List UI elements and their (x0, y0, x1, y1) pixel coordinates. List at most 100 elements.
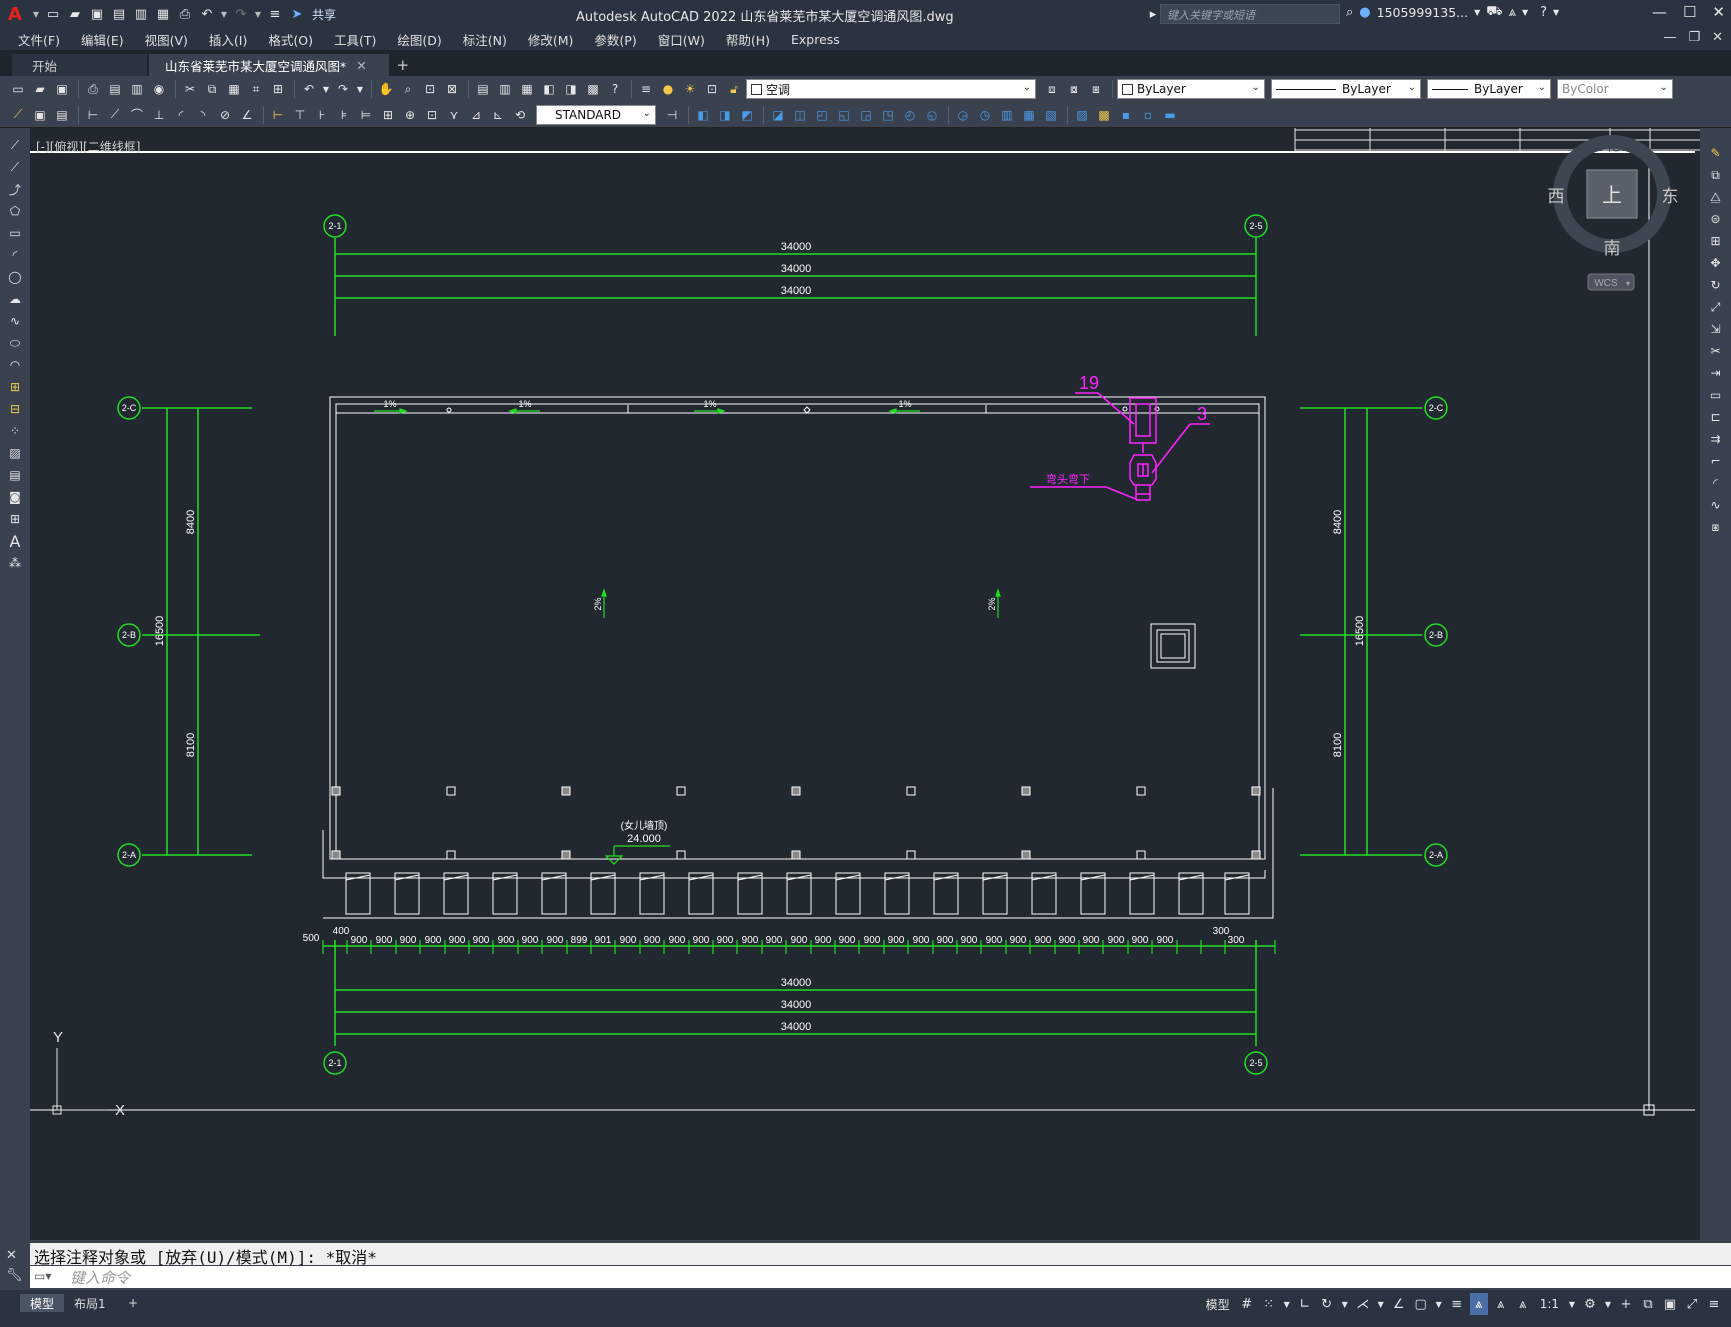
command-line-customize-icon[interactable]: 🔧︎ (6, 1268, 23, 1283)
dim-style-dropdown[interactable]: STANDARD ⌄ (536, 104, 656, 125)
menu-file[interactable]: 文件(F) (10, 30, 68, 49)
erase-icon[interactable]: ✎ (1703, 143, 1729, 163)
region-icon[interactable]: ◙ (2, 487, 28, 507)
tolerance-icon[interactable]: ⊞ (378, 105, 398, 125)
plot-preview-icon[interactable]: ▤ (105, 79, 125, 99)
publish-icon[interactable]: ▥ (127, 79, 147, 99)
plus-icon[interactable]: + (1617, 1293, 1635, 1315)
viewcube-south-label[interactable]: 南 (1604, 239, 1621, 258)
revision-cloud-icon[interactable]: ☁ (2, 289, 28, 309)
polyline-icon[interactable]: ⤴ (2, 179, 28, 199)
new-file-icon[interactable]: ▭ (43, 5, 63, 23)
open-web-icon[interactable]: ▥ (131, 5, 151, 23)
layer-on-icon[interactable]: ● (658, 79, 678, 99)
dim-update-icon[interactable]: ▤ (52, 105, 72, 125)
continue-dim-icon[interactable]: ⊦ (312, 105, 332, 125)
layer-lock-icon[interactable]: 🔓︎ (724, 79, 744, 99)
doc-restore-icon[interactable]: ❐ (1688, 30, 1700, 45)
3d-print-icon[interactable]: ◉ (149, 79, 169, 99)
table-icon[interactable]: ⊞ (2, 509, 28, 529)
layout-tab-model[interactable]: 模型 (20, 1294, 65, 1312)
tab-start[interactable]: 开始 (12, 54, 147, 76)
add-layout-icon[interactable]: + (118, 1294, 148, 1312)
line-icon[interactable]: ⟋ (2, 135, 28, 155)
spline-icon[interactable]: ∿ (2, 311, 28, 331)
drawing-canvas[interactable]: 上 北 南 西 东 WCS ▾ Y X 34000 34000 34000 34… (30, 128, 1700, 1240)
user-name[interactable]: 1505999135... (1377, 5, 1468, 20)
layer-match-icon[interactable]: ⧆ (1086, 79, 1106, 99)
gradient-icon[interactable]: ▤ (2, 465, 28, 485)
command-input[interactable]: 键入命令 (30, 1266, 1731, 1288)
cut-icon[interactable]: ✂ (180, 79, 200, 99)
jogged-linear-icon[interactable]: ⋎ (444, 105, 464, 125)
calculator-icon[interactable]: ▩ (583, 79, 603, 99)
annotation-scale-value[interactable]: 1:1 (1536, 1297, 1563, 1311)
menu-window[interactable]: 窗口(W) (650, 30, 713, 49)
menu-help[interactable]: 帮助(H) (718, 30, 778, 49)
viewcube-top-label[interactable]: 上 (1602, 184, 1622, 207)
hatch-icon[interactable]: ▨ (2, 443, 28, 463)
command-line-close-icon[interactable]: ✕ (6, 1248, 17, 1263)
make-current-layer-icon[interactable]: ⧈ (1042, 79, 1062, 99)
auto-scale-icon[interactable]: ⩓ (1492, 1293, 1510, 1315)
quick-dimension-icon[interactable]: ⊢ (268, 105, 288, 125)
help-icon[interactable]: ? (1540, 5, 1547, 20)
help-icon[interactable]: ? (605, 79, 625, 99)
pan-icon[interactable]: ✋ (376, 79, 396, 99)
dim-text-edit-icon[interactable]: ⊾ (488, 105, 508, 125)
maximize-icon[interactable]: ☐ (1683, 3, 1696, 21)
multiline-text-icon[interactable]: A (2, 531, 28, 551)
arc-icon[interactable]: ◜ (2, 245, 28, 265)
scale-icon[interactable]: ⤢ (1703, 297, 1729, 317)
isodraft-icon[interactable]: ⋌ (1354, 1293, 1372, 1315)
copy-icon[interactable]: ⧉ (202, 79, 222, 99)
xref-icon[interactable]: ▬ (1160, 105, 1180, 125)
baseline-dim-icon[interactable]: ⊤ (290, 105, 310, 125)
make-block-icon[interactable]: ⊟ (2, 399, 28, 419)
close-icon[interactable]: ✕ (1712, 3, 1725, 21)
help-caret-icon[interactable]: ▼ (1553, 8, 1559, 17)
plotstyle-dropdown[interactable]: ByColor ⌄ (1557, 79, 1673, 99)
autocad-logo-icon[interactable]: A (0, 0, 30, 28)
wcs-label[interactable]: WCS (1594, 278, 1618, 289)
search-expand-icon[interactable]: ▸ (1147, 5, 1159, 23)
properties-icon[interactable]: ▤ (473, 79, 493, 99)
menu-express[interactable]: Express (783, 32, 848, 47)
menu-modify[interactable]: 修改(M) (520, 30, 582, 49)
save-icon[interactable]: ▣ (52, 79, 72, 99)
linear-dim-icon[interactable]: ⊢ (83, 105, 103, 125)
layer-properties-icon[interactable]: ≡ (636, 79, 656, 99)
intersect-icon[interactable]: ◩ (737, 105, 757, 125)
hardware-acceleration-icon[interactable]: ▣ (1661, 1293, 1679, 1315)
explode-icon[interactable]: ⧆ (1703, 517, 1729, 537)
viewcube[interactable]: 上 北 南 西 东 WCS ▾ (1548, 135, 1679, 291)
model-space-toggle[interactable]: 模型 (1202, 1296, 1234, 1313)
ortho-icon[interactable]: ∟ (1296, 1293, 1314, 1315)
diameter-dim-icon[interactable]: ⊘ (215, 105, 235, 125)
move-faces-icon[interactable]: ◫ (790, 105, 810, 125)
menu-tools[interactable]: 工具(T) (326, 30, 384, 49)
quick-dim-icon[interactable]: ⟋ (8, 105, 28, 125)
array-icon[interactable]: ⊞ (1703, 231, 1729, 251)
layer-previous-icon[interactable]: ⧇ (1064, 79, 1084, 99)
search-input[interactable]: 键入关键字或短语 (1160, 4, 1340, 24)
undo-icon[interactable]: ↶ (197, 5, 217, 23)
app-caret-icon[interactable]: ▼ (1522, 8, 1528, 17)
circle-icon[interactable]: ◯ (2, 267, 28, 287)
sheet-set-icon[interactable]: ◧ (539, 79, 559, 99)
doc-minimize-icon[interactable]: — (1663, 30, 1676, 45)
annotation-scale-icon[interactable]: ⩓ (1514, 1293, 1532, 1315)
aligned-dim-icon[interactable]: ⟋ (105, 105, 125, 125)
break-at-point-icon[interactable]: ▭ (1703, 385, 1729, 405)
lineweight-icon[interactable]: ≡ (1448, 1293, 1466, 1315)
viewport-controls-label[interactable]: [-][俯视][二维线框] (36, 138, 140, 155)
rotate-faces-icon[interactable]: ◲ (856, 105, 876, 125)
check-icon[interactable]: ▧ (1041, 105, 1061, 125)
print-icon[interactable]: ⎙ (175, 5, 195, 23)
trim-icon[interactable]: ✂ (1703, 341, 1729, 361)
new-icon[interactable]: ▭ (8, 79, 28, 99)
ellipse-arc-icon[interactable]: ◠ (2, 355, 28, 375)
chamfer-icon[interactable]: ⌐ (1703, 451, 1729, 471)
scale-caret-icon[interactable]: ▼ (1567, 1293, 1577, 1315)
polar-caret-icon[interactable]: ▼ (1340, 1293, 1350, 1315)
